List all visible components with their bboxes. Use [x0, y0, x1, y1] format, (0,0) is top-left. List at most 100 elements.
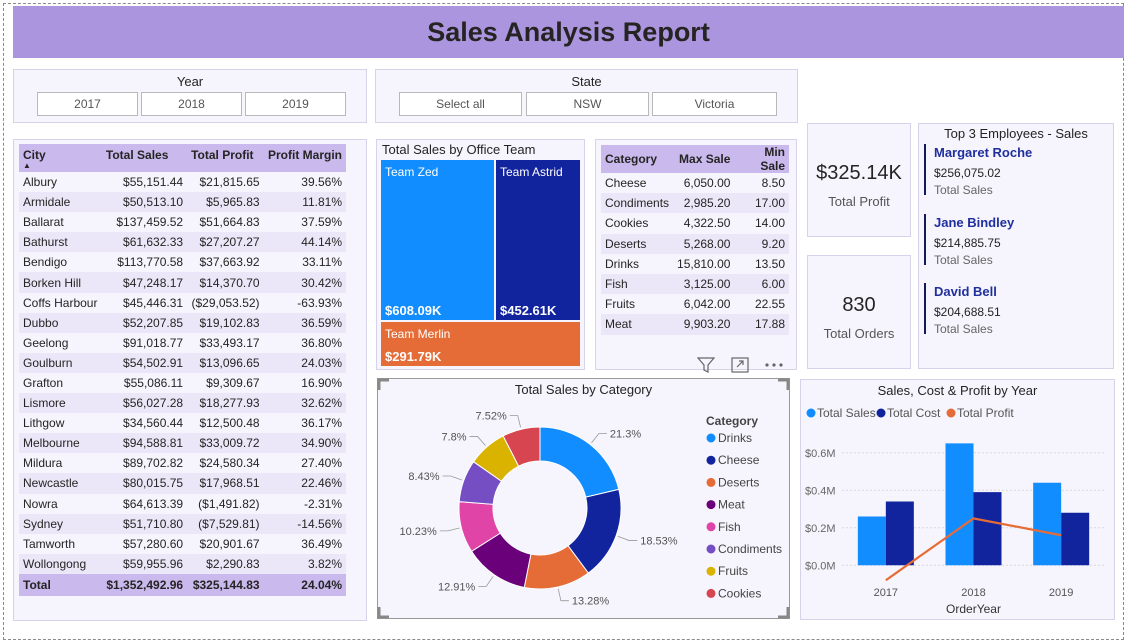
bar-total-sales[interactable] [857, 516, 886, 566]
filter-icon[interactable] [697, 357, 715, 373]
bar-total-sales[interactable] [1033, 482, 1062, 566]
year-option-2019[interactable]: 2019 [245, 92, 346, 116]
total-sales-header[interactable]: Total Sales [101, 144, 188, 172]
table-row[interactable]: Geelong $91,018.77 $33,493.17 36.80% [19, 333, 346, 353]
combo-legend-item[interactable]: Total Sales [817, 406, 876, 420]
table-row[interactable]: Melbourne $94,588.81 $33,009.72 34.90% [19, 433, 346, 454]
max-sale-header[interactable]: Max Sale [673, 145, 735, 173]
total-sales-cell: $80,015.75 [101, 473, 188, 494]
legend-marker [876, 408, 886, 418]
donut-legend-item[interactable]: Cookies [718, 586, 761, 600]
table-row[interactable]: Grafton $55,086.11 $9,309.67 16.90% [19, 373, 346, 393]
bar-total-cost[interactable] [973, 492, 1002, 566]
total-profit-cell: ($29,053.52) [191, 295, 260, 310]
table-row[interactable]: Dubbo $52,207.85 $19,102.83 36.59% [19, 312, 346, 333]
resize-handle[interactable] [377, 378, 389, 390]
donut-legend-item[interactable]: Condiments [718, 542, 782, 556]
treemap-tile-team-zed[interactable]: Team Zed $608.09K [381, 160, 494, 320]
treemap-tile-team-astrid[interactable]: Team Astrid $452.61K [496, 160, 580, 320]
total-profit-cell: ($1,491.82) [198, 496, 260, 511]
table-row[interactable]: Bathurst $61,632.33 $27,207.27 44.14% [19, 232, 346, 253]
city-cell: Nowra [23, 496, 58, 511]
donut-slice-drinks[interactable] [539, 426, 620, 498]
min-sale-header[interactable]: Min Sale [734, 145, 789, 173]
state-option-victoria[interactable]: Victoria [652, 92, 777, 116]
table-row[interactable]: Albury $55,151.44 $21,815.65 39.56% [19, 172, 346, 192]
more-options-icon[interactable] [764, 362, 784, 368]
year-option-2017[interactable]: 2017 [37, 92, 138, 116]
bar-total-cost[interactable] [885, 501, 914, 566]
profit-margin-cell: 22.46% [263, 473, 346, 494]
focus-mode-icon[interactable] [731, 357, 749, 373]
profit-margin-cell: 39.56% [301, 175, 342, 190]
table-row[interactable]: Cookies 4,322.50 14.00 [601, 213, 789, 233]
bar-total-cost[interactable] [1061, 512, 1090, 566]
min-sale-cell: 17.00 [734, 193, 789, 214]
donut-legend-item[interactable]: Fish [718, 520, 741, 534]
table-row[interactable]: Deserts 5,268.00 9.20 [601, 233, 789, 254]
donut-legend-item[interactable]: Cheese [718, 453, 760, 467]
table-row[interactable]: Fruits 6,042.00 22.55 [601, 294, 789, 314]
treemap-label: Team Zed [385, 165, 439, 179]
table-row[interactable]: Tamworth $57,280.60 $20,901.67 36.49% [19, 534, 346, 554]
table-row[interactable]: Armidale $50,513.10 $5,965.83 11.81% [19, 192, 346, 213]
state-option-nsw[interactable]: NSW [526, 92, 649, 116]
donut-legend-item[interactable]: Meat [718, 498, 745, 512]
table-row[interactable]: Cheese 6,050.00 8.50 [601, 173, 789, 193]
total-profit-cell: $18,277.93 [187, 393, 264, 414]
table-row[interactable]: Lithgow $34,560.44 $12,500.48 36.17% [19, 413, 346, 433]
profit-margin-cell: 44.14% [263, 232, 346, 253]
resize-handle[interactable] [778, 607, 790, 619]
table-row[interactable]: Newcastle $80,015.75 $17,968.51 22.46% [19, 473, 346, 494]
table-row[interactable]: Bendigo $113,770.58 $37,663.92 33.11% [19, 252, 346, 272]
table-row[interactable]: Borken Hill $47,248.17 $14,370.70 30.42% [19, 272, 346, 293]
table-row[interactable]: Fish 3,125.00 6.00 [601, 273, 789, 295]
city-header[interactable]: City ▲ [19, 144, 102, 172]
total-profit-label: Total Profit [828, 194, 890, 209]
city-cell: Albury [23, 175, 58, 190]
table-row[interactable]: Coffs Harbour $45,446.31 ($29,053.52) -63.9… [19, 293, 346, 313]
table-row[interactable]: Drinks 15,810.00 13.50 [601, 254, 789, 274]
total-label-cell: Total [19, 573, 102, 596]
state-option-select-all[interactable]: Select all [399, 92, 522, 116]
combo-chart: Total Sales Total Cost Total Profit $0.0M $0… [805, 406, 1105, 616]
year-option-2018[interactable]: 2018 [141, 92, 242, 116]
combo-legend-item[interactable]: Total Cost [887, 406, 941, 420]
total-profit-cell: $33,009.72 [187, 433, 264, 454]
table-row[interactable]: Sydney $51,710.80 ($7,529.81) -14.56% [19, 513, 346, 534]
donut-legend-item[interactable]: Drinks [718, 431, 752, 445]
y-tick-label: $0.4M [805, 485, 836, 497]
table-row[interactable]: Wollongong $59,955.96 $2,290.83 3.82% [19, 553, 346, 574]
employee-sales-value: $256,075.02 [934, 166, 1001, 180]
resize-handle[interactable] [377, 607, 389, 619]
donut-data-label: 7.52% [476, 411, 507, 423]
donut-legend-item[interactable]: Deserts [718, 475, 759, 489]
table-row[interactable]: Ballarat $137,459.52 $51,664.83 37.59% [19, 212, 346, 232]
category-header[interactable]: Category [601, 145, 674, 173]
table-row[interactable]: Goulburn $54,502.91 $13,096.65 24.03% [19, 352, 346, 373]
city-cell: Armidale [19, 192, 102, 213]
bar-total-sales[interactable] [945, 443, 974, 566]
donut-legend-item[interactable]: Fruits [718, 564, 748, 578]
table-row[interactable]: Nowra $64,613.39 ($1,491.82) -2.31% [19, 494, 346, 514]
combo-legend-item[interactable]: Total Profit [957, 406, 1014, 420]
donut-data-label: 21.3% [610, 428, 641, 440]
total-profit-header[interactable]: Total Profit [187, 144, 264, 172]
treemap-tile-team-merlin[interactable]: Team Merlin $291.79K [381, 322, 580, 366]
profit-margin-header[interactable]: Profit Margin [263, 144, 346, 172]
total-profit-cell: $19,102.83 [187, 312, 264, 333]
total-row: Total $1,352,492.96 $325,144.83 24.04% [19, 573, 346, 596]
employee-accent-bar [924, 214, 926, 265]
total-sales-cell: $45,446.31 [123, 295, 184, 310]
x-axis-title: OrderYear [946, 602, 1001, 616]
city-cell: Melbourne [19, 433, 102, 454]
x-tick-label: 2018 [961, 587, 985, 599]
table-row[interactable]: Lismore $56,027.28 $18,277.93 32.62% [19, 393, 346, 414]
resize-handle[interactable] [778, 378, 790, 390]
total-sales-cell: $56,027.28 [101, 393, 188, 414]
table-row[interactable]: Mildura $89,702.82 $24,580.34 27.40% [19, 453, 346, 473]
table-row[interactable]: Condiments 2,985.20 17.00 [601, 193, 789, 214]
table-row[interactable]: Meat 9,903.20 17.88 [601, 314, 789, 335]
profit-margin-cell: 36.17% [301, 416, 342, 431]
y-tick-label: $0.6M [805, 448, 836, 460]
